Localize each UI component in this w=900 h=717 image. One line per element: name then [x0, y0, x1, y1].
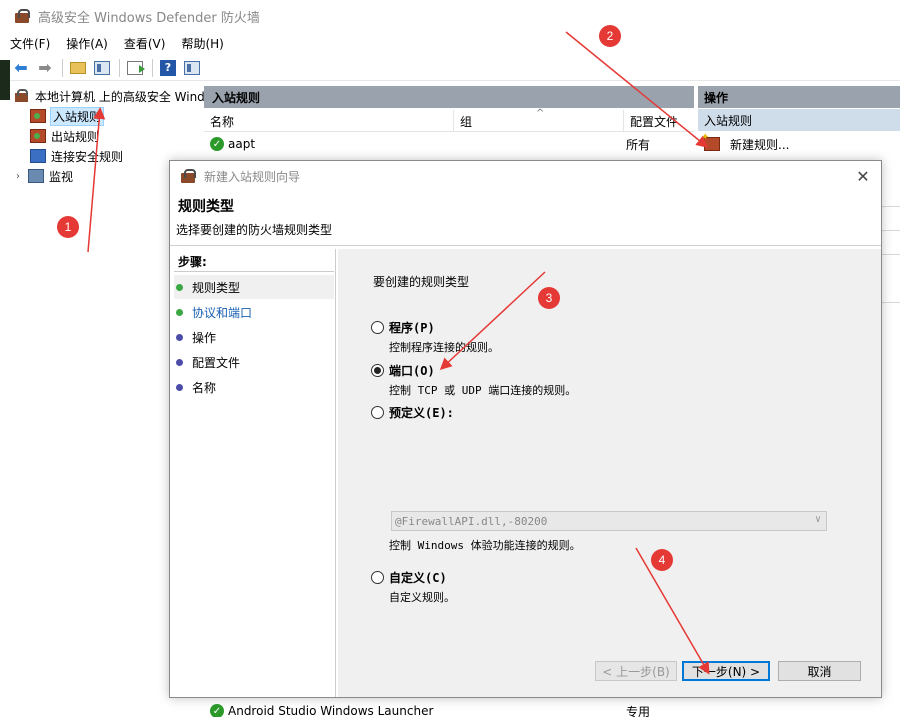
new-inbound-rule-wizard: 新建入站规则向导 ✕ 规则类型 选择要创建的防火墙规则类型 步骤: 规则类型 协… [169, 160, 882, 698]
back-button[interactable]: < 上一步(B) [595, 661, 677, 681]
step-bullet-icon [176, 358, 183, 366]
annotation-marker-3: 3 [538, 287, 560, 309]
tree-item-monitoring[interactable]: › 监视 [16, 166, 73, 186]
rule-type-prompt: 要创建的规则类型 [373, 275, 470, 289]
tree-item-connection-security[interactable]: 连接安全规则 [30, 146, 123, 166]
tree-item-outbound-rules[interactable]: 出站规则 [30, 126, 99, 146]
toolbar: ⬅ ➡ ? [0, 55, 900, 81]
step-protocol-ports[interactable]: 协议和端口 [174, 300, 334, 324]
dialog-title: 新建入站规则向导 [204, 169, 301, 184]
forward-arrow-icon[interactable]: ➡ [34, 57, 56, 79]
annotation-marker-1: 1 [57, 216, 79, 238]
tree-root[interactable]: 本地计算机 上的高级安全 Wind [14, 86, 205, 106]
option-port[interactable]: 端口(O) 控制 TCP 或 UDP 端口连接的规则。 [371, 362, 576, 398]
firewall-root-icon [14, 89, 30, 103]
main-titlebar: 高级安全 Windows Defender 防火墙 [0, 0, 900, 32]
show-hide-tree-icon[interactable] [91, 57, 113, 79]
menu-action[interactable]: 操作(A) [66, 35, 108, 52]
monitoring-icon [28, 169, 44, 183]
radio-custom[interactable] [371, 571, 384, 584]
menu-file[interactable]: 文件(F) [10, 35, 50, 52]
enabled-check-icon: ✓ [210, 704, 224, 717]
tree-item-inbound-rules[interactable]: 入站规则 [30, 106, 105, 126]
step-bullet-icon [176, 383, 183, 391]
step-action: 操作 [174, 325, 334, 349]
steps-label: 步骤: [178, 255, 207, 269]
radio-predefined[interactable] [371, 406, 384, 419]
chevron-down-icon: ∨ [814, 514, 821, 525]
connection-security-icon [30, 149, 46, 163]
step-profile: 配置文件 [174, 350, 334, 374]
step-bullet-icon [176, 283, 183, 291]
export-list-icon[interactable] [124, 57, 146, 79]
column-name[interactable]: 名称 [204, 110, 454, 132]
menu-bar: 文件(F) 操作(A) 查看(V) 帮助(H) [0, 32, 900, 54]
back-arrow-icon[interactable]: ⬅ [10, 57, 32, 79]
cancel-button[interactable]: 取消 [778, 661, 861, 681]
table-row[interactable]: ✓ aapt 所有 [204, 133, 694, 155]
radio-port[interactable] [371, 364, 384, 377]
new-rule-icon [701, 132, 720, 151]
expand-chevron-icon[interactable]: › [16, 171, 26, 182]
close-icon[interactable]: ✕ [853, 166, 873, 186]
divider [174, 271, 334, 272]
annotation-marker-2: 2 [599, 25, 621, 47]
sort-caret-icon: ^ [536, 108, 545, 119]
toolbar-separator [152, 58, 153, 77]
outbound-rules-icon [30, 129, 46, 143]
enabled-check-icon: ✓ [210, 137, 224, 151]
dialog-titlebar: 新建入站规则向导 [170, 161, 881, 191]
help-icon[interactable]: ? [157, 57, 179, 79]
firewall-app-icon [180, 168, 196, 184]
menu-view[interactable]: 查看(V) [124, 35, 166, 52]
window-title: 高级安全 Windows Defender 防火墙 [38, 10, 260, 26]
predefined-description: 控制 Windows 体验功能连接的规则。 [389, 539, 581, 552]
option-custom[interactable]: 自定义(C) 自定义规则。 [371, 569, 455, 605]
dialog-subheading: 选择要创建的防火墙规则类型 [176, 223, 333, 237]
toolbar-separator [119, 58, 120, 77]
step-bullet-icon [176, 333, 183, 341]
actions-pane-header: 操作 [698, 86, 900, 108]
actions-pane-dividers [882, 160, 900, 700]
step-bullet-icon [176, 308, 183, 316]
option-predefined[interactable]: 预定义(E): [371, 404, 454, 421]
radio-program[interactable] [371, 321, 384, 334]
actions-section-inbound[interactable]: 入站规则 [698, 109, 900, 131]
desktop-edge [0, 60, 10, 100]
option-program[interactable]: 程序(P) 控制程序连接的规则。 [371, 319, 499, 355]
next-button[interactable]: 下一步(N) > [682, 661, 770, 681]
toolbar-separator [62, 58, 63, 77]
menu-help[interactable]: 帮助(H) [181, 35, 223, 52]
center-pane-header: 入站规则 [204, 86, 694, 108]
divider [170, 245, 881, 246]
step-rule-type: 规则类型 [174, 275, 334, 299]
inbound-rules-icon [30, 109, 46, 123]
up-folder-icon[interactable] [67, 57, 89, 79]
wizard-content: 要创建的规则类型 程序(P) 控制程序连接的规则。 端口(O) 控制 TCP 或… [338, 249, 881, 697]
table-row[interactable]: ✓ Android Studio Windows Launcher 专用 [204, 702, 694, 717]
predefined-select[interactable]: @FirewallAPI.dll,-80200 ∨ [391, 511, 827, 531]
dialog-heading: 规则类型 [178, 199, 234, 215]
new-rule-action[interactable]: 新建规则... [698, 132, 900, 155]
rules-column-header: 名称 组 ^ 配置文件 [204, 108, 694, 132]
firewall-app-icon [14, 8, 30, 24]
show-action-pane-icon[interactable] [181, 57, 203, 79]
column-profile[interactable]: 配置文件 [624, 110, 694, 132]
step-name: 名称 [174, 375, 334, 399]
wizard-steps: 步骤: 规则类型 协议和端口 操作 配置文件 名称 [170, 249, 336, 697]
annotation-marker-4: 4 [651, 549, 673, 571]
